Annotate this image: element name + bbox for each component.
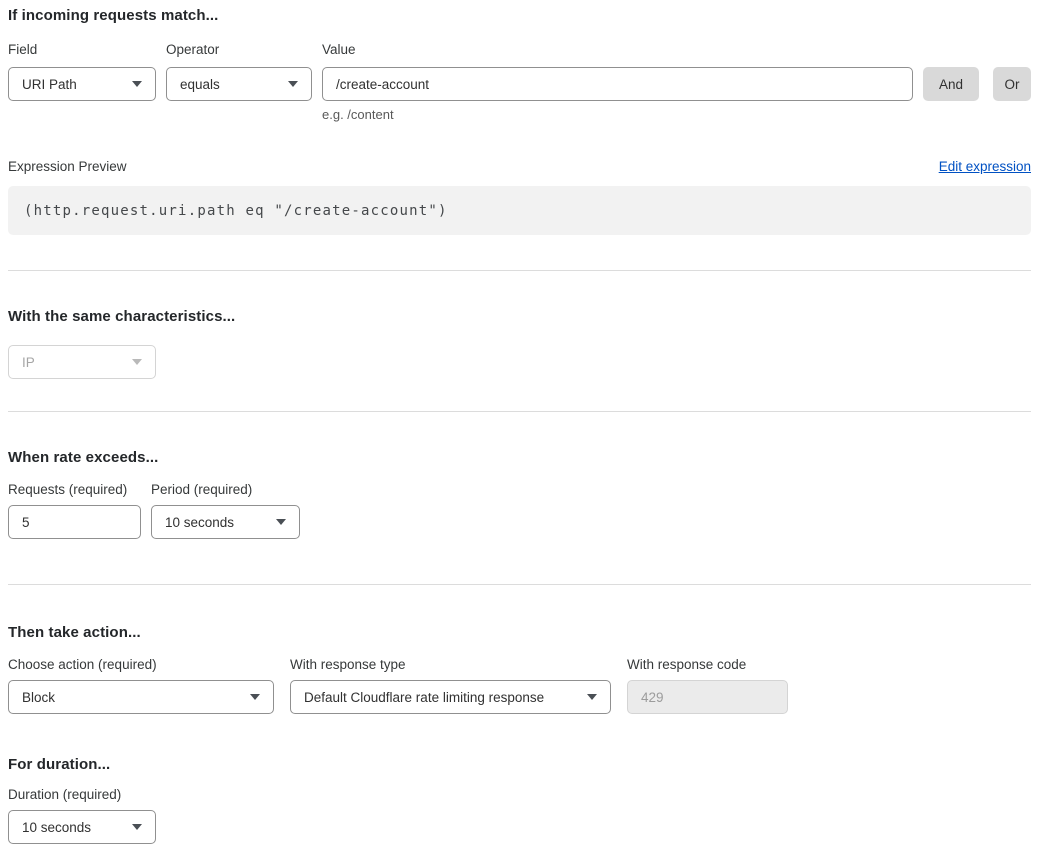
caret-down-icon: [132, 81, 142, 87]
expression-preview-code: (http.request.uri.path eq "/create-accou…: [24, 203, 448, 219]
value-group: Value e.g. /content: [322, 42, 913, 122]
field-label: Field: [8, 42, 156, 57]
characteristic-select-value: IP: [22, 355, 35, 370]
characteristic-select[interactable]: IP: [8, 345, 156, 379]
divider: [8, 584, 1031, 585]
field-group: Field URI Path: [8, 42, 156, 101]
expression-preview-box: (http.request.uri.path eq "/create-accou…: [8, 186, 1031, 235]
caret-down-icon: [288, 81, 298, 87]
field-select[interactable]: URI Path: [8, 67, 156, 101]
requests-input[interactable]: [8, 505, 141, 539]
response-code-input: [627, 680, 788, 714]
response-type-label: With response type: [290, 657, 611, 672]
response-type-select-value: Default Cloudflare rate limiting respons…: [304, 690, 544, 705]
and-button[interactable]: And: [923, 67, 979, 101]
expression-preview-label: Expression Preview: [8, 159, 127, 175]
choose-action-select-value: Block: [22, 690, 55, 705]
expression-preview-header: Expression Preview Edit expression: [8, 159, 1031, 175]
section-heading-rate: When rate exceeds...: [8, 449, 1031, 467]
section-heading-duration: For duration...: [8, 756, 1031, 774]
action-controls-row: Block Default Cloudflare rate limiting r…: [8, 680, 1031, 714]
caret-down-icon: [250, 694, 260, 700]
caret-down-icon: [132, 824, 142, 830]
action-labels-row: Choose action (required) With response t…: [8, 657, 1031, 672]
match-expression-row: Field URI Path Operator equals Value e.g…: [8, 42, 1031, 122]
caret-down-icon: [587, 694, 597, 700]
period-label: Period (required): [151, 482, 252, 497]
section-heading-action: Then take action...: [8, 624, 1031, 642]
value-input[interactable]: [322, 67, 913, 101]
rate-controls-row: 10 seconds: [8, 505, 1031, 539]
value-helper-text: e.g. /content: [322, 107, 913, 122]
response-type-select[interactable]: Default Cloudflare rate limiting respons…: [290, 680, 611, 714]
field-select-value: URI Path: [22, 77, 77, 92]
operator-select-value: equals: [180, 77, 220, 92]
and-or-buttons: And Or: [913, 67, 1031, 101]
duration-label: Duration (required): [8, 787, 1031, 802]
operator-select[interactable]: equals: [166, 67, 312, 101]
response-code-label: With response code: [627, 657, 746, 672]
or-button[interactable]: Or: [993, 67, 1031, 101]
requests-label: Requests (required): [8, 482, 141, 497]
choose-action-select[interactable]: Block: [8, 680, 274, 714]
section-heading-match: If incoming requests match...: [8, 7, 1031, 25]
operator-group: Operator equals: [166, 42, 312, 101]
caret-down-icon: [276, 519, 286, 525]
operator-label: Operator: [166, 42, 312, 57]
value-label: Value: [322, 42, 913, 57]
section-heading-characteristics: With the same characteristics...: [8, 308, 1031, 326]
rate-limiting-rule-form: If incoming requests match... Field URI …: [0, 0, 1048, 842]
divider: [8, 270, 1031, 271]
rate-labels-row: Requests (required) Period (required): [8, 482, 1031, 497]
divider: [8, 411, 1031, 412]
edit-expression-link[interactable]: Edit expression: [939, 159, 1031, 174]
duration-select-value: 10 seconds: [22, 820, 91, 835]
caret-down-icon: [132, 359, 142, 365]
duration-select[interactable]: 10 seconds: [8, 810, 156, 844]
period-select[interactable]: 10 seconds: [151, 505, 300, 539]
choose-action-label: Choose action (required): [8, 657, 274, 672]
period-select-value: 10 seconds: [165, 515, 234, 530]
